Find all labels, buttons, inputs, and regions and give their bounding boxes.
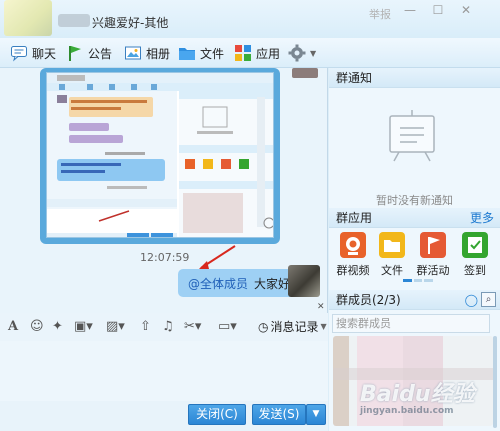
embedded-screenshot-image: [46, 72, 274, 238]
tab-album-label: 相册: [146, 46, 171, 61]
app-group-video-label: 群视频: [336, 264, 370, 277]
gift-icon[interactable]: ▣▾: [74, 319, 93, 335]
video-camera-icon: [340, 232, 366, 258]
scissors-icon[interactable]: ✂▾: [184, 319, 201, 335]
group-apps-more-link[interactable]: 更多: [470, 208, 494, 228]
tab-chat[interactable]: 聊天: [10, 43, 56, 63]
photo-icon: [124, 44, 142, 62]
gear-icon: [288, 44, 306, 62]
group-avatar[interactable]: [4, 0, 52, 36]
app-group-video[interactable]: 群视频: [335, 232, 371, 278]
my-avatar[interactable]: [288, 265, 320, 297]
member-list-row-blurred: [333, 368, 493, 380]
screen-record-icon[interactable]: ▭▾: [218, 319, 237, 335]
image-icon[interactable]: ▨▾: [106, 319, 125, 335]
title-bar: 兴趣爱好-其他 举报 — ☐ ✕: [0, 0, 500, 38]
member-search-input[interactable]: 搜索群成员: [332, 314, 490, 333]
tab-files[interactable]: 文件: [178, 43, 224, 63]
sender-avatar-blurred: [292, 68, 318, 78]
group-members-title: 群成员(2/3): [336, 293, 401, 307]
app-check-in[interactable]: 签到: [457, 232, 493, 278]
empty-notice-text: 暂时没有新通知: [376, 194, 453, 207]
empty-noticeboard-icon: [389, 110, 435, 162]
app-files-label: 文件: [381, 264, 403, 277]
app-files[interactable]: 文件: [374, 232, 410, 278]
group-apps-title: 群应用: [336, 211, 373, 225]
group-apps-header: 群应用 更多: [329, 208, 500, 228]
tab-announcement-label: 公告: [88, 46, 113, 61]
music-note-icon[interactable]: ♫: [162, 319, 174, 335]
app-group-event-label: 群活动: [416, 264, 450, 277]
folder-icon: [379, 232, 405, 258]
apps-page-indicator: [403, 279, 434, 282]
tab-chat-label: 聊天: [32, 46, 57, 61]
chat-bubble-icon: [10, 44, 28, 62]
chevron-down-icon: ▼: [310, 48, 317, 58]
close-icon[interactable]: ✕: [458, 3, 474, 17]
message-input[interactable]: [0, 341, 328, 401]
emoji-icon[interactable]: ☺: [30, 319, 44, 335]
tab-files-label: 文件: [200, 46, 225, 61]
message-text: 大家好: [254, 276, 291, 291]
check-in-icon: [462, 232, 488, 258]
app-check-in-label: 签到: [464, 264, 486, 277]
search-icon[interactable]: ⌕: [481, 292, 496, 307]
send-options-chevron-icon[interactable]: ▼: [306, 404, 326, 425]
event-flag-icon: [420, 232, 446, 258]
group-notice-title: 群通知: [336, 71, 373, 85]
message-history-button[interactable]: ◷ 消息记录 ▼: [258, 318, 327, 335]
tab-apps-label: 应用: [256, 46, 281, 61]
clock-icon: ◷: [258, 319, 269, 334]
scroll-down-icon[interactable]: ✕: [317, 302, 325, 312]
message-history-label: 消息记录: [270, 320, 319, 334]
group-notice-header: 群通知: [329, 68, 500, 88]
app-group-event[interactable]: 群活动: [415, 232, 451, 278]
magic-wand-icon[interactable]: ✦: [52, 319, 63, 335]
tab-album[interactable]: 相册: [124, 43, 170, 63]
group-toolbar: 聊天 公告 相册 文件 应用 ▼: [0, 38, 500, 68]
tab-announcement[interactable]: 公告: [66, 43, 112, 63]
folder-icon: [178, 44, 196, 62]
close-button[interactable]: 关闭(C): [188, 404, 246, 425]
tab-apps[interactable]: 应用: [234, 43, 280, 63]
settings-menu[interactable]: ▼: [288, 43, 316, 63]
group-name-blurred: [58, 14, 90, 27]
chevron-down-icon: ▼: [320, 322, 327, 331]
chat-message-area[interactable]: 12:07:59 @全体成员 大家好 ✕: [0, 68, 328, 313]
report-link[interactable]: 举报: [369, 6, 391, 22]
mention-all-members[interactable]: @全体成员: [188, 275, 248, 292]
group-members-header: 群成员(2/3) ◯ ⌕: [329, 290, 500, 310]
font-icon[interactable]: A: [8, 319, 18, 335]
message-timestamp: 12:07:59: [140, 251, 190, 264]
upload-icon[interactable]: ⇧: [140, 319, 151, 335]
screenshot-message[interactable]: [40, 68, 280, 244]
send-button[interactable]: 发送(S): [252, 404, 306, 425]
baidu-jingyan-watermark: Baidu经验 jingyan.baidu.com: [360, 382, 475, 417]
action-bar: 关闭(C) 发送(S) ▼: [0, 401, 328, 431]
right-panel: 群通知 暂时没有新通知 群应用 更多 群视频 文件 群活动 签到 群成员(2/3…: [329, 68, 500, 431]
apps-grid-icon: [234, 44, 252, 62]
group-notice-body: 暂时没有新通知: [329, 92, 500, 207]
group-title: 兴趣爱好-其他: [92, 16, 169, 30]
chat-bubble[interactable]: @全体成员 大家好: [178, 269, 301, 297]
flag-icon: [66, 44, 84, 62]
maximize-icon[interactable]: ☐: [430, 3, 446, 17]
minimize-icon[interactable]: —: [402, 3, 418, 17]
chat-icon[interactable]: ◯: [465, 290, 478, 310]
